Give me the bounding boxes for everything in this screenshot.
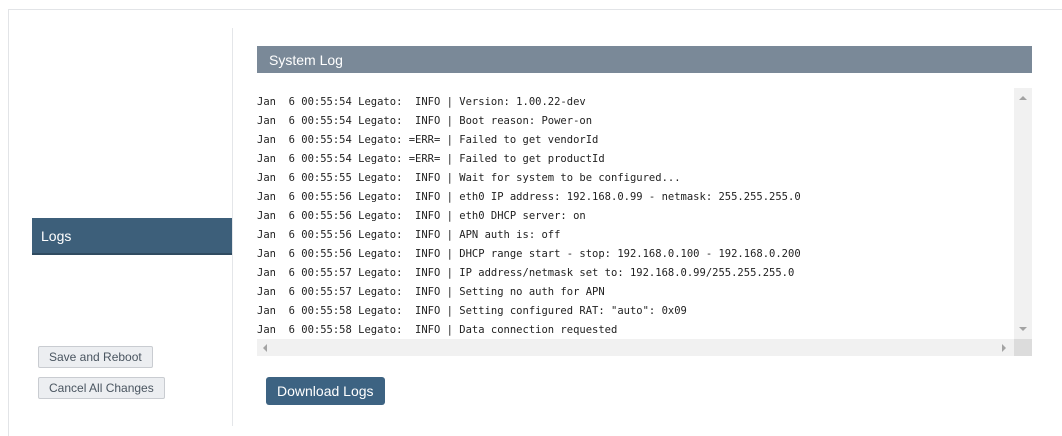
log-line: Jan 6 00:55:58 Legato: INFO | Setting co…: [257, 305, 687, 317]
system-log-viewer[interactable]: Jan 6 00:55:54 Legato: INFO | Version: 1…: [257, 88, 1032, 356]
vertical-scrollbar[interactable]: [1014, 88, 1032, 339]
log-line: Jan 6 00:55:55 Legato: INFO | Wait for s…: [257, 172, 681, 184]
sidebar: Logs Save and Reboot Cancel All Changes: [32, 28, 233, 426]
save-and-reboot-button[interactable]: Save and Reboot: [38, 346, 153, 368]
cancel-all-changes-button[interactable]: Cancel All Changes: [38, 377, 165, 399]
chevron-up-icon[interactable]: [1019, 96, 1027, 100]
log-line: Jan 6 00:55:56 Legato: INFO | DHCP range…: [257, 248, 801, 260]
download-logs-button[interactable]: Download Logs: [266, 377, 385, 405]
log-lines: Jan 6 00:55:54 Legato: INFO | Version: 1…: [257, 93, 1014, 340]
log-line: Jan 6 00:55:57 Legato: INFO | Setting no…: [257, 286, 605, 298]
horizontal-scrollbar[interactable]: [257, 339, 1014, 356]
log-line: Jan 6 00:55:54 Legato: INFO | Boot reaso…: [257, 115, 593, 127]
log-line: Jan 6 00:55:56 Legato: INFO | eth0 DHCP …: [257, 210, 586, 222]
log-line: Jan 6 00:55:54 Legato: INFO | Version: 1…: [257, 96, 586, 108]
log-line: Jan 6 00:55:56 Legato: INFO | eth0 IP ad…: [257, 191, 801, 203]
chevron-left-icon[interactable]: [263, 344, 267, 352]
log-line: Jan 6 00:55:56 Legato: INFO | APN auth i…: [257, 229, 561, 241]
log-line: Jan 6 00:55:54 Legato: =ERR= | Failed to…: [257, 134, 599, 146]
log-line: Jan 6 00:55:57 Legato: INFO | IP address…: [257, 267, 795, 279]
log-line: Jan 6 00:55:54 Legato: =ERR= | Failed to…: [257, 153, 605, 165]
chevron-right-icon[interactable]: [1002, 344, 1006, 352]
log-line: Jan 6 00:55:58 Legato: INFO | Data conne…: [257, 324, 618, 336]
panel-title: System Log: [257, 46, 1032, 73]
chevron-down-icon[interactable]: [1019, 327, 1027, 331]
sidebar-item-logs[interactable]: Logs: [32, 218, 232, 255]
scrollbar-corner: [1014, 339, 1032, 356]
